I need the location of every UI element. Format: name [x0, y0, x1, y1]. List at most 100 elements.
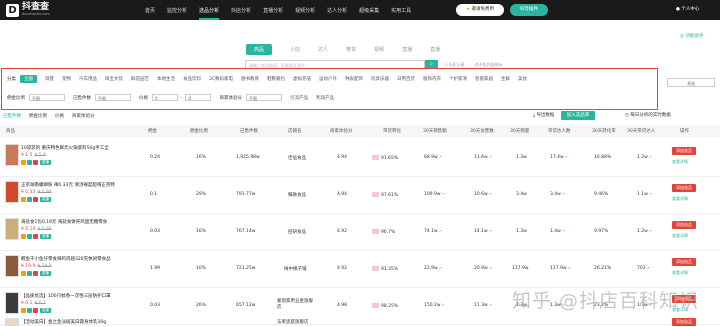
view-detail-link[interactable]: 查看详情 [672, 196, 688, 202]
table-row[interactable]: 海盐食1包0.19元 海盐食饼夹鸡蛋无糖零食 ¥ 0.19 ¥ 0.99 直播 0… [0, 214, 720, 251]
live-tag[interactable]: 直播 [40, 271, 51, 276]
product-name[interactable]: 正宗湖南螺蛳粉 辣0.33元 清汤辣度超嗨正宗特 [21, 182, 126, 188]
category-chip[interactable]: 服饰内衣 [423, 76, 441, 82]
trend-icon[interactable]: ↗ [649, 155, 652, 159]
add-select-button[interactable]: 添加选品 [672, 318, 696, 326]
commission-select[interactable]: 不限 [29, 94, 65, 101]
export-button[interactable]: ⤓ 导出数据 [533, 112, 554, 118]
category-chip[interactable]: 食品饮料 [183, 76, 201, 82]
trend-icon[interactable]: ↗ [439, 266, 442, 270]
category-chip[interactable]: 生鲜 [501, 76, 510, 82]
tab-sale[interactable]: 带货 [346, 46, 356, 53]
col-rate[interactable]: 佣金比例 [190, 128, 208, 134]
profit-product-option[interactable]: 利润产品 [316, 95, 334, 101]
sort-price[interactable]: 价格 [55, 113, 64, 119]
product-image[interactable] [5, 144, 19, 166]
table-row[interactable]: 鳕鱼干小鱼仔零食辣鸡鸡翅320克休闲零食品 ¥ 19.9 ¥ 39.9 直播 1.… [0, 251, 720, 288]
category-chip[interactable]: 虚拟充值 [293, 76, 311, 82]
tab-shop[interactable]: 小店 [290, 46, 300, 53]
traffic-product-option[interactable]: 引流产品 [290, 95, 308, 101]
trend-icon[interactable]: ↗ [649, 192, 652, 196]
product-name[interactable]: 10袋装的 重庆特色鲜炸火锅底料50g手工全 [21, 145, 126, 151]
col-visitors[interactable]: 30天访客数 [470, 128, 494, 134]
category-chip[interactable]: 全部 [20, 75, 37, 83]
table-row[interactable]: 10袋装的 重庆特色鲜炸火锅底料50g手工全 ¥ 1.5 ¥ 5.8 直播 0.2… [0, 140, 720, 177]
diff-link[interactable]: 对不起内容统计 [475, 62, 503, 68]
category-chip[interactable]: 鲜花园艺 [131, 76, 149, 82]
trend-icon[interactable]: ↗ [568, 266, 571, 270]
category-chip[interactable]: 珠宝文玩 [105, 76, 123, 82]
add-select-button[interactable]: 添加选品 [672, 221, 696, 229]
history-link[interactable]: ◷ 历史记录 [444, 62, 465, 68]
product-image[interactable] [5, 181, 19, 203]
nav-live-analysis[interactable]: 直播分析 [263, 7, 283, 14]
shop-name[interactable]: 蒙恩家用五金旗舰店 [277, 298, 317, 310]
product-name[interactable]: 【品质优选】100只蚊香一次性三层防护口罩 [21, 293, 126, 299]
live-tag[interactable]: 直播 [40, 197, 51, 202]
col-volume[interactable]: 30天销量 [510, 128, 529, 134]
product-name[interactable]: 海盐食1包0.19元 海盐食饼夹鸡蛋无糖零食 [21, 219, 126, 225]
category-chip[interactable]: 玩具乐器 [371, 76, 389, 82]
nav-home[interactable]: 首页 [145, 7, 155, 14]
product-image[interactable] [5, 255, 19, 277]
shop-name[interactable]: 梅中姨子铺 [284, 266, 307, 272]
price-max-input[interactable]: 0 [185, 94, 212, 101]
trend-icon[interactable]: ↗ [442, 192, 445, 196]
plugin-button[interactable]: 抖音插件 [510, 4, 548, 16]
tab-video[interactable]: 视频 [374, 46, 384, 53]
shop-name[interactable]: 招研食品 [288, 229, 306, 235]
trend-icon[interactable]: ↗ [562, 229, 565, 233]
add-select-button[interactable]: 添加选品 [672, 258, 696, 266]
nav-product-analysis[interactable]: 选品分析 [199, 7, 220, 20]
category-chip[interactable]: 运动户外 [319, 76, 337, 82]
trend-icon[interactable]: ↗ [562, 192, 565, 196]
col-talent30[interactable]: 30天带货达人 [627, 128, 655, 134]
trend-icon[interactable]: ↗ [489, 266, 492, 270]
trend-icon[interactable]: ↗ [489, 155, 492, 159]
category-chip[interactable]: 母婴 [45, 76, 54, 82]
category-chip[interactable]: 图书教育 [241, 76, 259, 82]
shop-name[interactable]: 佳仙食品 [288, 155, 306, 161]
shop-name[interactable]: 法莱思庭旗舰店 [277, 319, 309, 325]
tab-product[interactable]: 商品 [246, 44, 273, 55]
product-name[interactable]: 【活动美白】金之鱼淡斑美白霜身体乳30g [21, 319, 126, 325]
trend-icon[interactable]: ↗ [489, 192, 492, 196]
nav-tools[interactable]: 实用工具 [391, 7, 411, 14]
multi-select-button[interactable]: 多选 [667, 78, 715, 87]
category-chip[interactable]: 汽车用品 [79, 76, 97, 82]
assistant-link[interactable]: ◎ 功能助手 [680, 33, 703, 39]
category-chip[interactable]: 鞋靴箱包 [267, 76, 285, 82]
live-tag[interactable]: 直播 [40, 160, 51, 165]
product-image[interactable] [5, 218, 19, 240]
trend-icon[interactable]: ↗ [439, 229, 442, 233]
trend-icon[interactable]: ↗ [489, 303, 492, 307]
trend-icon[interactable]: ↗ [489, 229, 492, 233]
invite-button[interactable]: ★ 邀请免费用 [456, 4, 504, 16]
trend-icon[interactable]: ↗ [439, 155, 442, 159]
trend-icon[interactable]: ↗ [647, 266, 650, 270]
category-chip[interactable]: 智能家居 [475, 76, 493, 82]
product-name[interactable]: 鳕鱼干小鱼仔零食辣鸡鸡翅320克休闲零食品 [21, 256, 126, 262]
category-chip[interactable]: 个护家清 [449, 76, 467, 82]
col-talents[interactable]: 带货达人数 [548, 128, 571, 134]
product-image[interactable] [5, 292, 19, 314]
col-sales[interactable]: 30天销售额 [423, 128, 447, 134]
product-image[interactable] [5, 318, 19, 326]
col-conv30[interactable]: 30天转化率 [592, 128, 616, 134]
add-select-button[interactable]: 添加选品 [672, 147, 696, 155]
table-row[interactable]: 正宗湖南螺蛳粉 辣0.33元 清汤辣度超嗨正宗特 ¥ 0.33 ¥ 0.99 直播… [0, 177, 720, 214]
tab-talent[interactable]: 达人 [318, 46, 328, 53]
category-chip[interactable]: 本地生活 [157, 76, 175, 82]
user-center[interactable]: ● 个人中心 [676, 0, 699, 20]
col-conv[interactable]: 带货转化 [383, 128, 401, 134]
nav-video-analysis[interactable]: 视频分析 [295, 7, 315, 14]
category-chip[interactable]: 钟表配饰 [345, 76, 363, 82]
category-chip[interactable]: 宠物 [62, 76, 71, 82]
col-sold[interactable]: 已售件数 [240, 128, 258, 134]
live-tag[interactable]: 直播 [40, 308, 51, 313]
view-detail-link[interactable]: 查看详情 [672, 159, 688, 165]
tab-live-2[interactable]: 直播 [430, 46, 440, 53]
sold-select[interactable]: 不限 [95, 94, 131, 101]
shop-name[interactable]: 臻融食品 [288, 192, 306, 198]
view-detail-link[interactable]: 查看详情 [672, 270, 688, 276]
